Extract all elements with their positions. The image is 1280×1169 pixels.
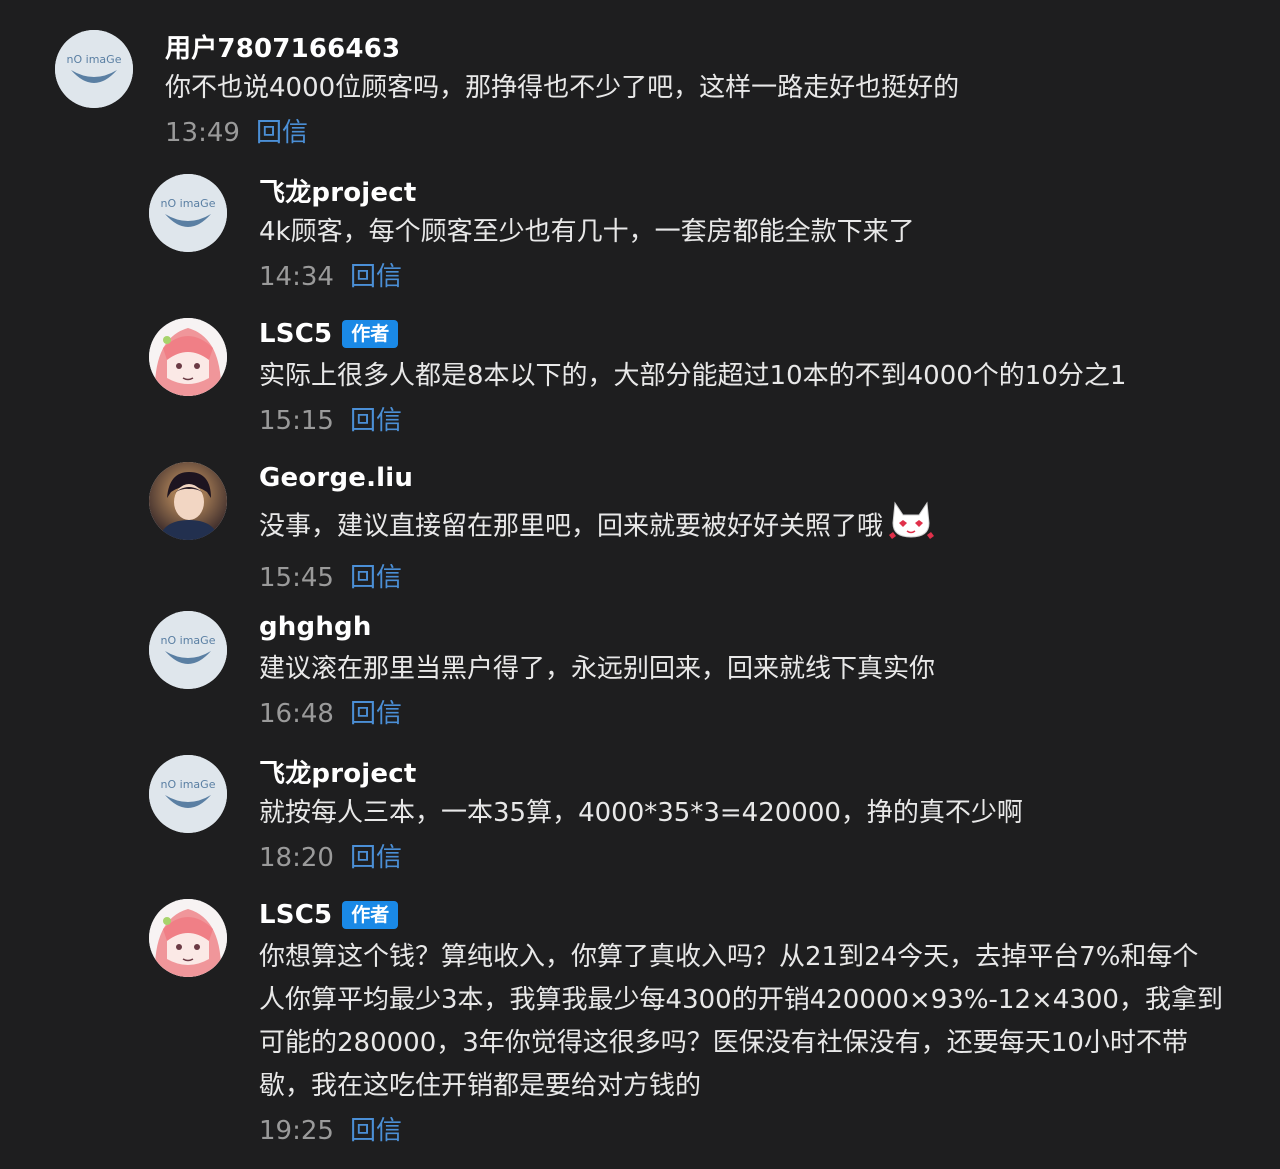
username[interactable]: LSC5 xyxy=(259,900,332,930)
comment-reply: LSC5 作者 实际上很多人都是8本以下的，大部分能超过10本的不到4000个的… xyxy=(149,318,1126,443)
svg-text:nO imaGe: nO imaGe xyxy=(161,197,216,210)
timestamp: 15:45 xyxy=(259,563,334,593)
author-badge: 作者 xyxy=(342,320,399,348)
comment-text-content: 没事，建议直接留在那里吧，回来就要被好好关照了哦 xyxy=(259,511,884,542)
timestamp: 14:34 xyxy=(259,262,334,292)
timestamp: 13:49 xyxy=(165,118,240,148)
reply-button[interactable]: 回信 xyxy=(350,400,402,443)
reply-button[interactable]: 回信 xyxy=(350,1110,402,1153)
comment-text: 建议滚在那里当黑户得了，永远别回来，回来就线下真实你 xyxy=(259,654,936,684)
anime-avatar-icon xyxy=(149,899,227,977)
timestamp: 15:15 xyxy=(259,406,334,436)
avatar[interactable]: nO imaGe xyxy=(55,30,133,108)
avatar[interactable] xyxy=(149,899,227,977)
comment-reply: George.liu 没事，建议直接留在那里吧，回来就要被好好关照了哦 15:4… xyxy=(149,462,935,600)
avatar[interactable] xyxy=(149,462,227,540)
comment-reply: nO imaGe 飞龙project 就按每人三本，一本35算，4000*35*… xyxy=(149,755,1023,880)
svg-text:nO imaGe: nO imaGe xyxy=(161,778,216,791)
avatar[interactable]: nO imaGe xyxy=(149,611,227,689)
avatar[interactable] xyxy=(149,318,227,396)
timestamp: 16:48 xyxy=(259,699,334,729)
comment-text: 你想算这个钱？算纯收入，你算了真收入吗？从21到24今天，去掉平台7%和每个人你… xyxy=(259,942,1223,1101)
author-badge: 作者 xyxy=(342,901,399,929)
comment-thread: nO imaGe 用户7807166463 你不也说4000位顾客吗，那挣得也不… xyxy=(0,0,1280,1169)
comment-text: 就按每人三本，一本35算，4000*35*3=420000，挣的真不少啊 xyxy=(259,798,1023,828)
timestamp: 19:25 xyxy=(259,1116,334,1146)
comment-text: 你不也说4000位顾客吗，那挣得也不少了吧，这样一路走好也挺好的 xyxy=(165,73,960,103)
reply-button[interactable]: 回信 xyxy=(350,693,402,736)
no-image-icon: nO imaGe xyxy=(149,755,227,833)
avatar[interactable]: nO imaGe xyxy=(149,174,227,252)
username[interactable]: 飞龙project xyxy=(259,753,416,790)
no-image-icon: nO imaGe xyxy=(149,611,227,689)
username[interactable]: 飞龙project xyxy=(259,172,416,209)
comment-reply: nO imaGe ghghgh 建议滚在那里当黑户得了，永远别回来，回来就线下真… xyxy=(149,611,935,736)
cat-heart-eyes-emoji-icon xyxy=(887,499,935,555)
reply-button[interactable]: 回信 xyxy=(350,837,402,880)
comment-text: 实际上很多人都是8本以下的，大部分能超过10本的不到4000个的10分之1 xyxy=(259,361,1127,391)
avatar[interactable]: nO imaGe xyxy=(149,755,227,833)
comment-text: 没事，建议直接留在那里吧，回来就要被好好关照了哦 xyxy=(259,499,935,555)
comment: nO imaGe 用户7807166463 你不也说4000位顾客吗，那挣得也不… xyxy=(55,30,959,155)
username[interactable]: ghghgh xyxy=(259,612,372,642)
no-image-icon: nO imaGe xyxy=(55,30,133,108)
comment-reply: LSC5 作者 你想算这个钱？算纯收入，你算了真收入吗？从21到24今天，去掉平… xyxy=(149,899,1224,1153)
reply-button[interactable]: 回信 xyxy=(350,256,402,299)
username[interactable]: George.liu xyxy=(259,463,413,493)
username[interactable]: LSC5 xyxy=(259,319,332,349)
username[interactable]: 用户7807166463 xyxy=(165,28,400,65)
no-image-icon: nO imaGe xyxy=(149,174,227,252)
anime-avatar-icon xyxy=(149,318,227,396)
user-photo-icon xyxy=(149,462,227,540)
reply-button[interactable]: 回信 xyxy=(350,557,402,600)
svg-text:nO imaGe: nO imaGe xyxy=(161,634,216,647)
svg-text:nO imaGe: nO imaGe xyxy=(67,53,122,66)
comment-text: 4k顾客，每个顾客至少也有几十，一套房都能全款下来了 xyxy=(259,217,915,247)
timestamp: 18:20 xyxy=(259,843,334,873)
reply-button[interactable]: 回信 xyxy=(256,112,308,155)
comment-reply: nO imaGe 飞龙project 4k顾客，每个顾客至少也有几十，一套房都能… xyxy=(149,174,915,299)
